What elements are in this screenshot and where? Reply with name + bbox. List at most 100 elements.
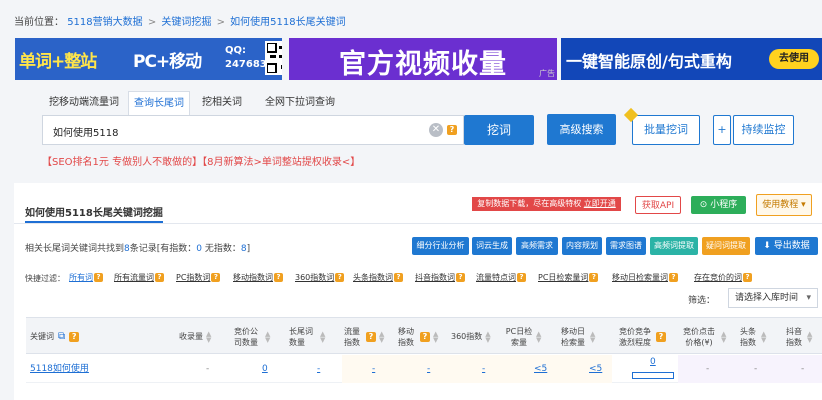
th-douyin-index[interactable]: 抖音指数 ▲ ▼: [784, 318, 822, 355]
filter-360-index[interactable]: 360指数词?: [295, 272, 345, 283]
filter-label-text: 存在竞价的词: [694, 273, 742, 282]
upgrade-link[interactable]: 立即开通: [584, 199, 616, 208]
th-360-index[interactable]: 360指数 ▲ ▼: [451, 318, 495, 355]
help-icon: ?: [669, 273, 678, 282]
ad-banner-1-text-b: PC+移动: [133, 52, 202, 72]
dig-button[interactable]: 挖词: [464, 115, 534, 145]
cell-toutiao-index: -: [754, 364, 758, 374]
divider: [14, 223, 822, 224]
cell-360-index[interactable]: -: [482, 355, 485, 383]
cell-mobile-daily[interactable]: <5: [589, 355, 602, 383]
filter-label-text: 所有流量词: [114, 273, 154, 282]
help-icon: ?: [94, 273, 103, 282]
th-label: 头条指数: [740, 326, 756, 347]
help-icon[interactable]: ?: [69, 331, 80, 342]
th-toutiao-index[interactable]: 头条指数 ▲ ▼: [738, 318, 778, 355]
cell-mobile-index[interactable]: -: [427, 355, 430, 383]
filter-pc-daily[interactable]: PC日检索量词?: [538, 272, 599, 283]
cell-traffic-index[interactable]: -: [372, 355, 375, 383]
storage-time-select[interactable]: 请选择入库时间 ▾: [728, 288, 818, 308]
search-input[interactable]: 如何使用5118 ✕ ?: [42, 115, 464, 145]
ad-banner-3-button[interactable]: 去使用: [769, 49, 819, 69]
high-freq-extract-button[interactable]: 高频词提取: [650, 237, 698, 255]
export-label: 导出数据: [773, 241, 810, 251]
tab-long-tail[interactable]: 查询长尾词: [128, 91, 190, 115]
filter-all-traffic[interactable]: 所有流量词?: [114, 272, 164, 283]
cell-douyin-index: -: [801, 364, 805, 374]
tab-related[interactable]: 挖相关词: [202, 91, 242, 115]
th-label: 收录量: [179, 332, 203, 341]
sort-icon: ▲ ▼: [536, 329, 542, 344]
cell-bid-companies[interactable]: 0: [262, 355, 268, 383]
qq-number: 247683: [225, 59, 267, 70]
breadcrumb-link-5118[interactable]: 5118营销大数据: [67, 17, 142, 28]
ad-banner-1-qq: QQ: 247683: [225, 44, 267, 72]
promo-text[interactable]: 【SEO排名1元 专做别人不敢做的】【8月新算法>单词整站提权收录<】: [42, 153, 360, 168]
th-label: 关键词: [30, 332, 54, 341]
ad-banner-1[interactable]: 单词+整站 PC+移动 QQ: 247683: [15, 38, 282, 80]
ad-banner-3[interactable]: 一键智能原创/句式重构 去使用: [561, 38, 822, 80]
content-plan-button[interactable]: 内容规划: [562, 237, 602, 255]
cell-longtail-count[interactable]: -: [317, 355, 320, 383]
wechat-icon: ⊙: [699, 200, 708, 210]
th-label: 抖音指数: [786, 326, 802, 347]
th-label: 移动日检索量: [561, 326, 585, 347]
sort-icon: ▲ ▼: [433, 329, 439, 344]
get-api-button[interactable]: 获取API: [635, 196, 681, 214]
ad-banner-2[interactable]: 官方视频收量 广告: [289, 38, 557, 80]
th-longtail-count[interactable]: 长尾词数量 ▲ ▼: [289, 318, 329, 355]
clear-icon[interactable]: ✕: [429, 123, 443, 137]
export-button[interactable]: ⬇ 导出数据: [755, 237, 818, 255]
advanced-search-button[interactable]: 高级搜索: [547, 114, 616, 145]
stats-end: ]: [246, 244, 251, 254]
th-bid-companies[interactable]: 竞价公司数量 ▲ ▼: [234, 318, 274, 355]
filter-traffic-feature[interactable]: 流量特点词?: [476, 272, 526, 283]
filter-all[interactable]: 所有词?: [69, 272, 103, 283]
th-bid-competition[interactable]: 竞价竞争激烈程度?: [616, 318, 674, 355]
filter-pc-index[interactable]: PC指数词?: [176, 272, 221, 283]
high-demand-button[interactable]: 高频需求: [516, 237, 558, 255]
batch-dig-button[interactable]: 批量挖词: [632, 115, 700, 145]
filter-label-text: 移动指数词: [233, 273, 273, 282]
cell-pc-daily[interactable]: <5: [534, 355, 547, 383]
filter-mobile-index[interactable]: 移动指数词?: [233, 272, 283, 283]
chevron-down-icon: ▾: [806, 293, 811, 303]
ad-banner-2-text: 官方视频收量: [339, 49, 507, 80]
filter-toutiao-index[interactable]: 头条指数词?: [353, 272, 403, 283]
filter-label-text: 所有词: [69, 273, 93, 282]
monitor-button[interactable]: 持续监控: [733, 115, 794, 145]
filter-mobile-daily[interactable]: 移动日检索量词?: [612, 272, 678, 283]
th-mobile-index[interactable]: 移动指数? ▲ ▼: [398, 318, 442, 355]
mini-program-button[interactable]: ⊙ 小程序: [691, 196, 746, 214]
tab-mobile-traffic[interactable]: 挖移动端流量词: [49, 91, 119, 115]
filter-label-text: 头条指数词: [353, 273, 393, 282]
th-indexed[interactable]: 收录量 ▲ ▼: [179, 318, 224, 355]
stats-mid: 条记录[有指数：: [129, 244, 197, 254]
industry-analysis-button[interactable]: 细分行业分析: [412, 237, 469, 255]
card-title: 如何使用5118长尾关键词挖掘: [25, 204, 163, 223]
tutorial-button[interactable]: 使用教程 ▾: [756, 194, 812, 216]
word-cloud-button[interactable]: 词云生成: [472, 237, 512, 255]
th-pc-daily[interactable]: PC日检索量 ▲ ▼: [505, 318, 551, 355]
th-bid-price[interactable]: 竞价点击价格(¥) ▲ ▼: [680, 318, 730, 355]
table-row: 5118如何使用 - 0 - - - - <5 <5 0 - - -: [26, 355, 822, 383]
breadcrumb: 当前位置： 5118营销大数据 > 关键词挖掘 > 如何使用5118长尾关键词: [14, 13, 346, 28]
filter-label-text: 移动日检索量词: [612, 273, 668, 282]
upgrade-tag[interactable]: 复制数据下载，尽在高级特权 立即开通: [472, 197, 621, 211]
tab-dropdown-words[interactable]: 全网下拉词查询: [265, 91, 335, 115]
breadcrumb-link-current[interactable]: 如何使用5118长尾关键词: [230, 17, 345, 28]
filter-bidding[interactable]: 存在竞价的词?: [694, 272, 752, 283]
th-traffic-index[interactable]: 流量指数? ▲ ▼: [344, 318, 388, 355]
row-keyword-link[interactable]: 5118如何使用: [30, 355, 89, 383]
filter-douyin-index[interactable]: 抖音指数词?: [415, 272, 465, 283]
demand-graph-button[interactable]: 需求图谱: [606, 237, 646, 255]
chevron-down-icon: ▾: [801, 200, 806, 210]
stats-prefix: 相关长尾词关键词共找到: [25, 244, 125, 254]
add-monitor-button[interactable]: +: [713, 115, 731, 145]
th-mobile-daily[interactable]: 移动日检索量 ▲ ▼: [559, 318, 609, 355]
copy-icon[interactable]: ⧉: [58, 331, 65, 342]
breadcrumb-link-keyword[interactable]: 关键词挖掘: [161, 17, 211, 28]
question-extract-button[interactable]: 疑问词提取: [702, 237, 750, 255]
help-icon[interactable]: ?: [447, 125, 457, 135]
help-icon: ?: [743, 273, 752, 282]
